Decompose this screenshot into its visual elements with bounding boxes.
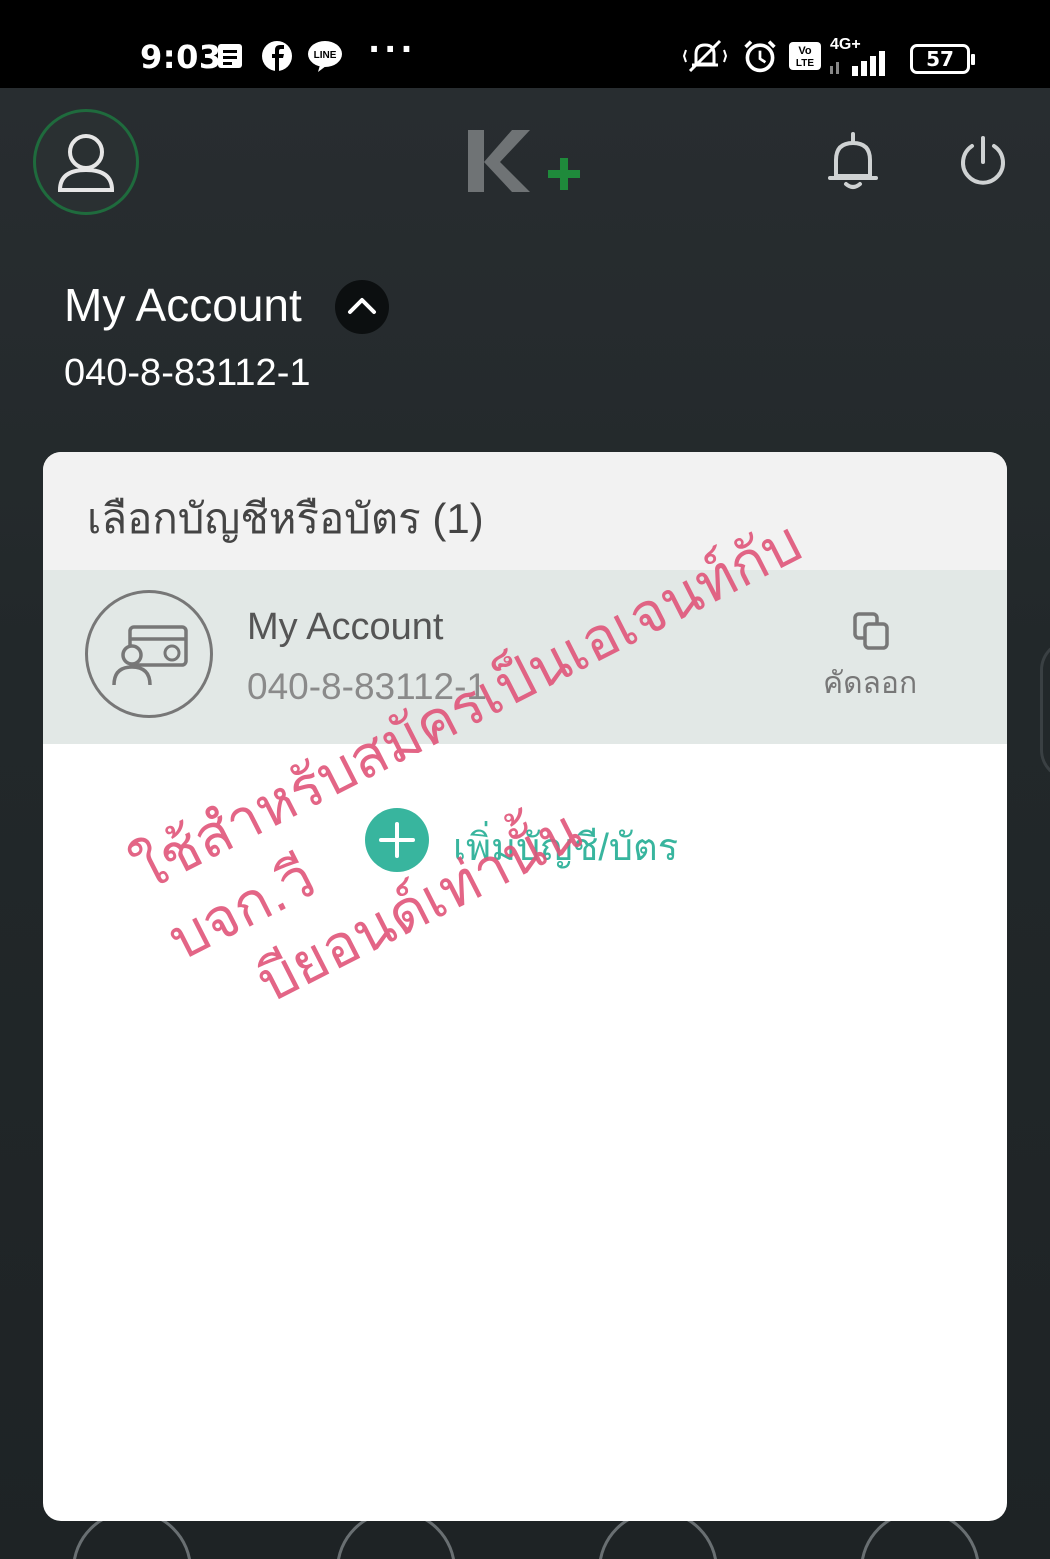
add-account-button[interactable] — [365, 808, 429, 872]
panel-header: เลือกบัญชีหรือบัตร (1) — [43, 452, 1007, 570]
account-name: My Account — [64, 279, 302, 331]
svg-text:LINE: LINE — [314, 50, 337, 61]
account-list-item[interactable]: My Account 040-8-83112-1 คัดลอก — [43, 570, 1007, 744]
status-bar: 9:03 LINE ··· Vo LTE 4G+ 57 — [0, 0, 1050, 88]
svg-text:Vo: Vo — [798, 45, 812, 57]
collapse-accounts-button[interactable] — [335, 280, 389, 334]
battery-level: 57 — [926, 47, 954, 71]
battery-indicator: 57 — [910, 44, 975, 74]
vibrate-off-icon — [682, 39, 728, 73]
plus-icon — [379, 822, 415, 858]
signal-4g-icon: 4G+ — [828, 36, 898, 76]
facebook-icon — [262, 41, 292, 71]
power-logout-icon[interactable] — [956, 134, 1010, 190]
account-item-number: 040-8-83112-1 — [247, 666, 487, 707]
alarm-icon — [744, 40, 776, 73]
side-edge-decoration — [1040, 640, 1050, 780]
user-icon — [57, 134, 115, 192]
account-number: 040-8-83112-1 — [64, 352, 311, 394]
panel-title: เลือกบัญชีหรือบัตร (1) — [87, 495, 484, 542]
svg-text:LTE: LTE — [796, 58, 814, 69]
add-account-label[interactable]: เพิ่มบัญชี/บัตร — [453, 816, 678, 877]
message-icon — [218, 44, 242, 68]
profile-avatar-button[interactable] — [33, 109, 139, 215]
more-dots-icon: ··· — [368, 30, 417, 68]
copy-button-label[interactable]: คัดลอก — [823, 660, 917, 707]
line-icon: LINE — [308, 41, 342, 72]
status-time: 9:03 — [140, 38, 222, 76]
copy-icon[interactable] — [851, 610, 893, 652]
chevron-up-icon — [348, 298, 376, 314]
account-card-icon — [85, 590, 213, 718]
account-select-panel: เลือกบัญชีหรือบัตร (1) My Account 040-8-… — [43, 452, 1007, 1521]
notification-bell-icon[interactable] — [826, 132, 880, 192]
volte-icon: Vo LTE — [789, 42, 821, 70]
kplus-logo-icon — [468, 130, 580, 192]
account-item-name: My Account — [247, 606, 444, 648]
